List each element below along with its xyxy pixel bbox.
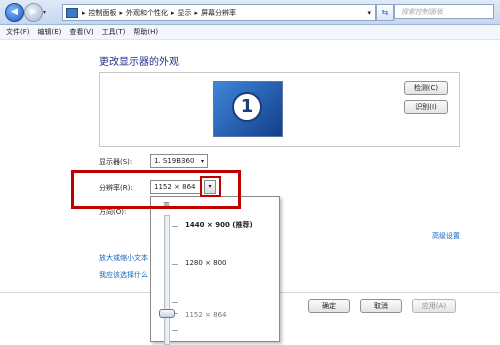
computer-icon — [66, 7, 78, 18]
display-help-link[interactable]: 我应该选择什么 — [99, 270, 148, 280]
text-size-link[interactable]: 放大或缩小文本 — [99, 253, 148, 263]
breadcrumb-separator-icon: ▸ — [82, 8, 86, 17]
slider-tick — [172, 302, 178, 303]
display-label: 显示器(S): — [99, 158, 133, 166]
display-select[interactable]: 1. S19B360 ▾ — [150, 154, 208, 168]
back-button[interactable]: ◀ — [5, 3, 24, 22]
resolution-option-selected[interactable]: 1152 × 864 — [185, 311, 227, 319]
slider-tick — [172, 226, 178, 227]
display-select-value: 1. S19B360 — [154, 157, 195, 165]
address-bar[interactable]: ▸ 控制面板 ▸ 外观和个性化 ▸ 显示 ▸ 屏幕分辨率 ▾ — [62, 4, 376, 21]
menu-tools[interactable]: 工具(T) — [102, 27, 126, 37]
menu-edit[interactable]: 编辑(E) — [38, 27, 62, 37]
breadcrumb-separator-icon: ▸ — [194, 8, 199, 17]
resolution-option[interactable]: 1280 × 800 — [185, 259, 227, 267]
apply-button[interactable]: 应用(A) — [412, 299, 456, 313]
breadcrumb-screen-resolution[interactable]: 屏幕分辨率 — [201, 8, 236, 18]
breadcrumb-separator-icon: ▸ — [119, 8, 124, 17]
breadcrumb-control-panel[interactable]: 控制面板 — [89, 8, 117, 18]
slider-thumb[interactable] — [159, 309, 175, 318]
detect-button[interactable]: 检测(C) — [404, 81, 448, 95]
resolution-option[interactable]: 1440 × 900 (推荐) — [185, 220, 253, 230]
cancel-button[interactable]: 取消 — [360, 299, 402, 313]
menu-view[interactable]: 查看(V) — [69, 27, 93, 37]
breadcrumb-separator-icon: ▸ — [171, 8, 175, 17]
menu-bar: 文件(F) 编辑(E) 查看(V) 工具(T) 帮助(H) — [0, 25, 500, 40]
identify-button[interactable]: 识别(I) — [404, 100, 448, 114]
slider-tick — [172, 264, 178, 265]
resolution-slider-track[interactable] — [164, 215, 170, 345]
refresh-button[interactable]: ⇆ — [376, 4, 394, 21]
breadcrumb-appearance[interactable]: 外观和个性化 — [126, 8, 168, 18]
advanced-settings-link[interactable]: 高级设置 — [432, 231, 460, 241]
chevron-down-icon: ▾ — [200, 158, 204, 165]
menu-file[interactable]: 文件(F) — [6, 27, 30, 37]
menu-help[interactable]: 帮助(H) — [133, 27, 158, 37]
address-dropdown-icon[interactable]: ▾ — [367, 9, 371, 17]
ok-button[interactable]: 确定 — [308, 299, 350, 313]
refresh-icon: ⇆ — [381, 8, 389, 17]
forward-button[interactable]: ▶ — [24, 3, 43, 22]
monitor-number-badge: 1 — [232, 92, 262, 122]
page-title: 更改显示器的外观 — [99, 57, 179, 68]
search-input[interactable]: 搜索控制面板 — [394, 4, 494, 19]
slider-tick — [172, 330, 178, 331]
breadcrumb-display[interactable]: 显示 — [178, 8, 192, 18]
history-dropdown-icon[interactable]: ▾ — [43, 9, 46, 16]
annotation-highlight-box — [200, 176, 221, 197]
